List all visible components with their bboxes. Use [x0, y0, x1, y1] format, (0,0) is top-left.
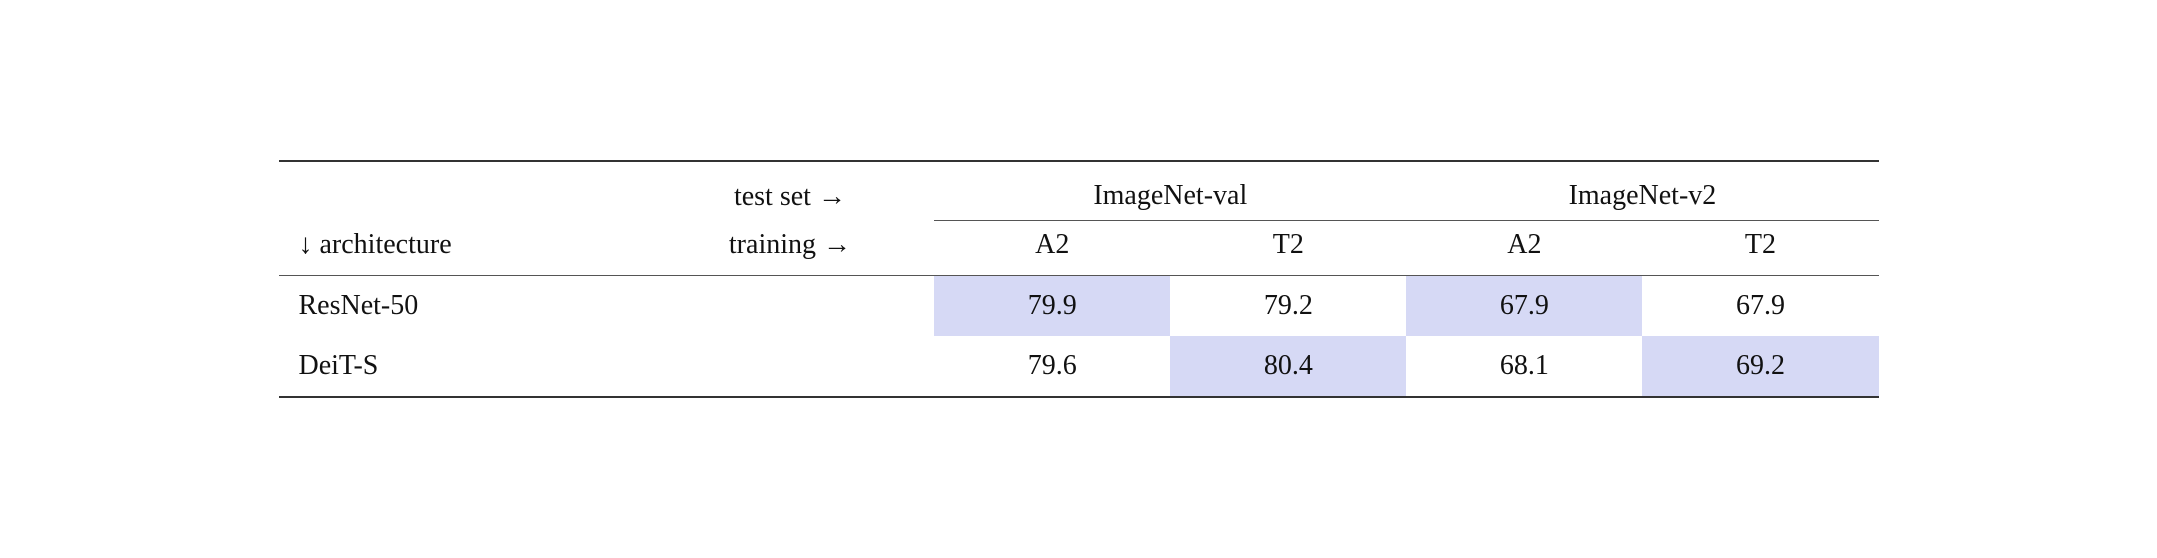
table-cell: 80.4 [1170, 336, 1406, 397]
table-cell: 79.2 [1170, 276, 1406, 337]
imagenet-val-header: ImageNet-val [934, 161, 1406, 221]
results-table: test set → ImageNet-val ImageNet-v2 ↓ ar… [279, 160, 1879, 398]
val-t2-header: T2 [1170, 221, 1406, 276]
val-a2-header: A2 [934, 221, 1170, 276]
arch-col-empty [279, 161, 646, 221]
table-cell: 67.9 [1406, 276, 1642, 337]
table-cell: 79.9 [934, 276, 1170, 337]
table-cell: ResNet-50 [279, 276, 646, 337]
header-row-2: ↓ architecture training → A2 T2 A2 T2 [279, 221, 1879, 276]
table-cell: DeiT-S [279, 336, 646, 397]
header-row-1: test set → ImageNet-val ImageNet-v2 [279, 161, 1879, 221]
table-container: test set → ImageNet-val ImageNet-v2 ↓ ar… [279, 160, 1879, 398]
table-row: ResNet-5079.979.267.967.9 [279, 276, 1879, 337]
table-cell: 79.6 [934, 336, 1170, 397]
imagenet-v2-header: ImageNet-v2 [1406, 161, 1878, 221]
training-col-header: training → [646, 221, 935, 276]
table-body: ResNet-5079.979.267.967.9DeiT-S79.680.46… [279, 276, 1879, 398]
table-cell [646, 276, 935, 337]
table-cell: 69.2 [1642, 336, 1878, 397]
test-set-label: test set → [646, 161, 935, 221]
arch-col-header: ↓ architecture [279, 221, 646, 276]
table-cell [646, 336, 935, 397]
table-cell: 67.9 [1642, 276, 1878, 337]
v2-t2-header: T2 [1642, 221, 1878, 276]
v2-a2-header: A2 [1406, 221, 1642, 276]
table-row: DeiT-S 79.680.468.169.2 [279, 336, 1879, 397]
table-cell: 68.1 [1406, 336, 1642, 397]
